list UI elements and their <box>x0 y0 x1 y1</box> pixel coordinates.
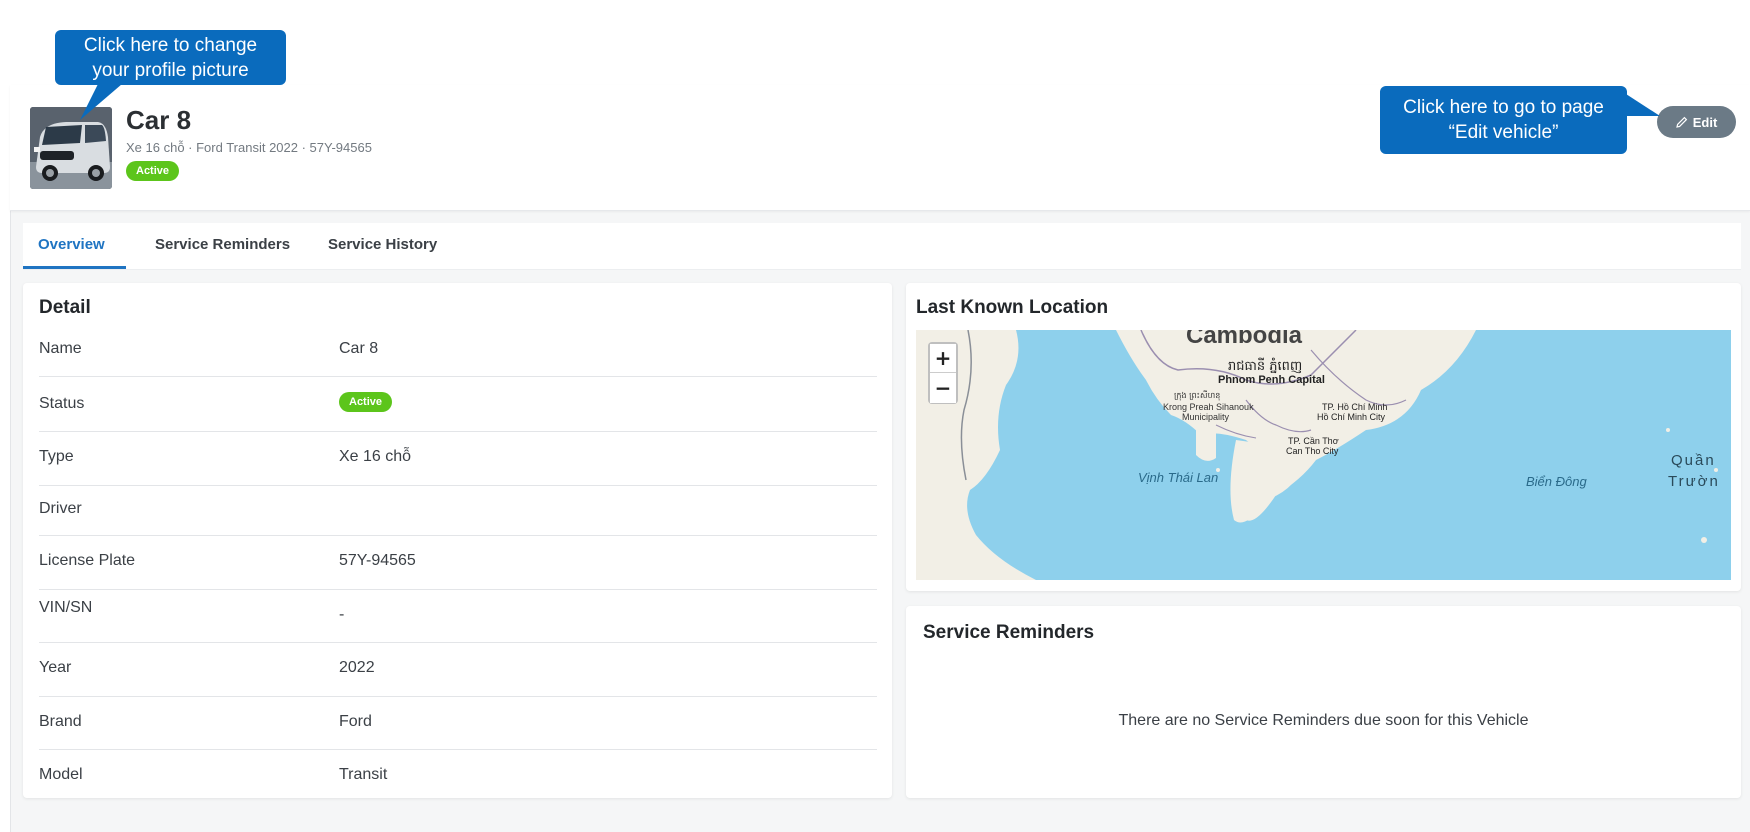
detail-row-type: Type Xe 16 chỗ <box>39 432 877 486</box>
zoom-out-button[interactable]: − <box>930 374 956 403</box>
detail-row-status: Status Active <box>39 377 877 432</box>
detail-label: VIN/SN <box>39 599 93 616</box>
detail-row-name: Name Car 8 <box>39 330 877 377</box>
detail-label: Type <box>39 448 74 465</box>
detail-label: Model <box>39 766 83 783</box>
tab-service-history[interactable]: Service History <box>313 223 463 269</box>
map-label-sea: Biển Đông <box>1526 474 1587 489</box>
service-reminders-title: Service Reminders <box>923 622 1095 643</box>
status-badge: Active <box>126 161 180 181</box>
detail-label: Brand <box>39 713 82 730</box>
detail-value: Car 8 <box>339 340 379 357</box>
callout-pointer <box>1626 94 1660 116</box>
map-label-quan: Quần <box>1671 452 1716 469</box>
vehicle-subtitle: Xe 16 chỗ · Ford Transit 2022 · 57Y-9456… <box>126 140 372 155</box>
detail-label: Name <box>39 340 82 357</box>
detail-value: Ford <box>339 713 372 730</box>
service-reminders-empty-text: There are no Service Reminders due soon … <box>1118 712 1529 729</box>
detail-value: Transit <box>339 766 388 783</box>
tab-bar: Overview Service Reminders Service Histo… <box>23 223 1741 270</box>
detail-label: License Plate <box>39 552 136 569</box>
map-label-sihanouk: Municipality <box>1182 412 1230 422</box>
detail-row-license-plate: License Plate 57Y-94565 <box>39 536 877 590</box>
detail-label: Year <box>39 659 72 676</box>
detail-label: Status <box>39 395 85 412</box>
detail-title: Detail <box>39 297 91 318</box>
detail-row-model: Model Transit <box>39 750 877 798</box>
callout-text-line: Click here to change <box>83 34 258 56</box>
detail-value: Xe 16 chỗ <box>339 448 412 465</box>
detail-label: Driver <box>39 500 82 517</box>
map-zoom-controls: + − <box>928 342 958 404</box>
detail-value: 57Y-94565 <box>339 552 416 569</box>
location-title: Last Known Location <box>916 297 1109 318</box>
map-label-capital: Phnom Penh Capital <box>1218 374 1325 386</box>
location-map[interactable]: Cambodia រាជធានី ភ្នំពេញ Phnom Penh Capi… <box>916 330 1731 580</box>
detail-row-driver: Driver <box>39 486 877 536</box>
tab-overview[interactable]: Overview <box>23 223 126 269</box>
edit-vehicle-callout: Click here to go to page “Edit vehicle” <box>1380 86 1627 154</box>
pencil-icon <box>1675 116 1687 128</box>
detail-value: Active <box>339 392 393 412</box>
tab-service-reminders[interactable]: Service Reminders <box>140 223 318 269</box>
status-badge: Active <box>339 392 393 412</box>
detail-value: - <box>339 606 345 623</box>
map-label-hcm: TP. Hồ Chí Minh <box>1322 402 1388 412</box>
callout-text-line: “Edit vehicle” <box>1448 122 1559 143</box>
detail-row-vin: VIN/SN - <box>39 590 877 643</box>
callout-text-line: your profile picture <box>92 59 249 81</box>
edit-button-label: Edit <box>1692 114 1718 130</box>
map-label-truong: Trườn <box>1668 473 1720 490</box>
profile-picture-callout: Click here to change your profile pictur… <box>55 30 286 85</box>
callout-pointer <box>80 84 122 120</box>
map-label-country: Cambodia <box>1186 330 1303 349</box>
detail-value: 2022 <box>339 659 375 676</box>
service-reminders-card: Service Reminders <box>906 606 1741 798</box>
map-label-sihanouk-khmer: ក្រុង ព្រះសីហនុ <box>1174 391 1221 400</box>
zoom-in-button[interactable]: + <box>930 344 956 373</box>
map-label-hcm: Hồ Chí Minh City <box>1317 412 1386 422</box>
vehicle-name: Car 8 <box>126 105 192 135</box>
detail-row-brand: Brand Ford <box>39 697 877 750</box>
map-label-sihanouk: Krong Preah Sihanouk <box>1163 402 1254 412</box>
detail-card: Detail Name Car 8 Status Active Type Xe … <box>23 283 892 798</box>
map-label-cantho: Can Tho City <box>1286 446 1339 456</box>
callout-text-line: Click here to go to page <box>1403 97 1604 118</box>
detail-row-year: Year 2022 <box>39 643 877 697</box>
edit-button[interactable]: Edit <box>1657 106 1736 138</box>
map-label-gulf: Vịnh Thái Lan <box>1138 470 1219 485</box>
map-label-cantho: TP. Cần Thơ <box>1288 436 1339 446</box>
